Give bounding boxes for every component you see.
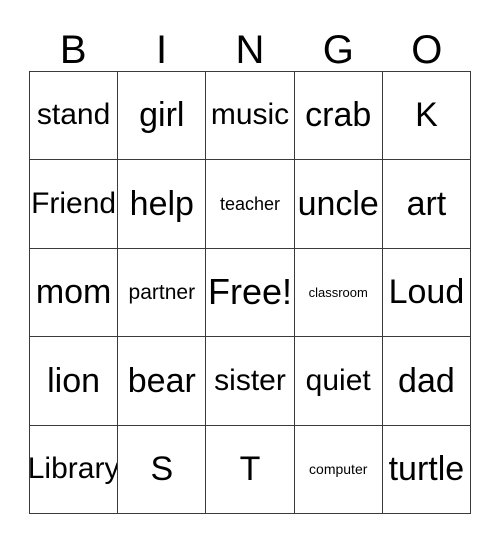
bingo-row: mom partner Free! classroom Loud (30, 248, 472, 338)
bingo-cell-label: stand (36, 98, 111, 132)
bingo-cell[interactable]: crab (294, 72, 383, 161)
bingo-cell-label: partner (128, 280, 196, 304)
bingo-cell-label: teacher (219, 193, 281, 214)
bingo-cell[interactable]: bear (118, 337, 207, 426)
bingo-cell[interactable]: classroom (294, 248, 383, 338)
header-letter-i: I (156, 28, 168, 72)
bingo-cell[interactable]: Library (30, 425, 119, 515)
bingo-cell[interactable]: T (206, 425, 295, 515)
bingo-cell[interactable]: Loud (382, 248, 472, 338)
bingo-cell-label: crab (305, 96, 372, 135)
bingo-row: stand girl music crab K (30, 72, 472, 161)
bingo-cell-label: help (129, 184, 194, 223)
bingo-cell-label: lion (47, 361, 101, 400)
bingo-cell-label: Loud (388, 273, 465, 312)
bingo-header-row: B I N G O (29, 18, 471, 71)
bingo-cell-label: girl (139, 96, 185, 135)
bingo-cell[interactable]: partner (118, 248, 207, 338)
bingo-cell-label: turtle (388, 449, 465, 488)
bingo-cell[interactable]: girl (118, 72, 207, 161)
bingo-cell-label: dad (398, 361, 455, 400)
bingo-cell-label: K (415, 96, 438, 135)
bingo-cell[interactable]: quiet (294, 337, 383, 426)
bingo-cell[interactable]: art (382, 160, 472, 249)
bingo-cell[interactable]: music (206, 72, 295, 161)
bingo-cell[interactable]: mom (30, 248, 119, 338)
bingo-cell-label: Free! (207, 271, 293, 313)
bingo-cell[interactable]: Friend (30, 160, 119, 249)
bingo-cell[interactable]: sister (206, 337, 295, 426)
bingo-card: B I N G O stand girl music crab K Friend… (29, 18, 472, 515)
bingo-cell-label: bear (127, 361, 196, 400)
bingo-cell-label: art (406, 184, 447, 223)
bingo-cell-label: classroom (308, 284, 368, 300)
bingo-cell[interactable]: computer (294, 425, 383, 515)
bingo-cell-label: computer (309, 461, 368, 478)
bingo-cell[interactable]: S (118, 425, 207, 515)
bingo-cell-label: S (150, 449, 174, 488)
header-letter-g: G (322, 28, 354, 72)
bingo-cell-label: sister (214, 363, 286, 397)
bingo-cell[interactable]: stand (30, 72, 119, 161)
bingo-grid: stand girl music crab K Friend help teac… (29, 71, 472, 515)
bingo-row: lion bear sister quiet dad (30, 337, 472, 426)
bingo-row: Library S T computer turtle (30, 425, 472, 515)
bingo-cell[interactable]: teacher (206, 160, 295, 249)
bingo-row: Friend help teacher uncle art (30, 160, 472, 249)
bingo-cell-label: quiet (305, 363, 371, 397)
bingo-cell-free[interactable]: Free! (206, 248, 295, 338)
bingo-cell-label: mom (35, 273, 112, 312)
bingo-cell-label: T (239, 449, 261, 488)
bingo-cell[interactable]: dad (382, 337, 472, 426)
bingo-cell-label: music (210, 98, 290, 132)
bingo-cell-label: uncle (297, 184, 379, 223)
bingo-cell[interactable]: lion (30, 337, 119, 426)
bingo-cell[interactable]: help (118, 160, 207, 249)
header-letter-n: N (235, 28, 265, 72)
bingo-cell[interactable]: K (382, 72, 472, 161)
bingo-cell-label: Library (30, 452, 119, 486)
bingo-cell[interactable]: uncle (294, 160, 383, 249)
header-letter-o: O (411, 28, 443, 72)
header-letter-b: B (59, 28, 87, 72)
bingo-cell-label: Friend (31, 186, 117, 220)
bingo-cell[interactable]: turtle (382, 425, 472, 515)
